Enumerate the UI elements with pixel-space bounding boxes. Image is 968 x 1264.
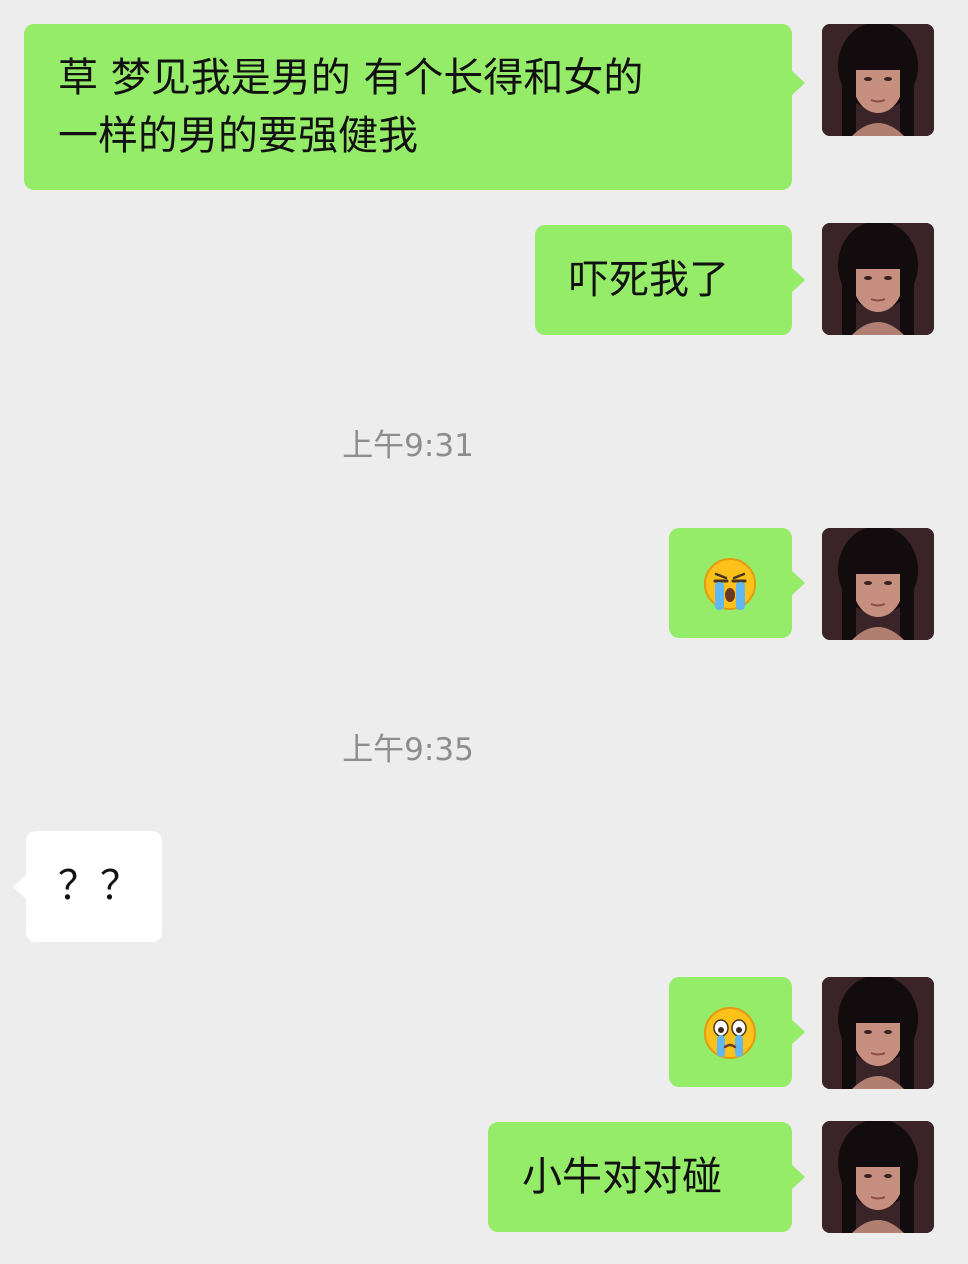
message-text: ？？ — [58, 863, 142, 909]
message-text-line: 一样的男的要强健我 — [58, 113, 418, 159]
timestamp: 上午9:35 — [342, 732, 474, 768]
message-text: 小牛对对碰 — [522, 1154, 722, 1200]
message-text-line: 草 梦见我是男的 有个长得和女的 — [58, 55, 644, 101]
timestamp: 上午9:31 — [342, 428, 474, 464]
message-bubble-sent[interactable]: 小牛对对碰 — [488, 1122, 805, 1232]
message-bubble-sent[interactable] — [669, 528, 805, 638]
avatar[interactable] — [822, 223, 934, 335]
crying-face-emoji — [704, 558, 756, 610]
avatar[interactable] — [822, 1121, 934, 1233]
avatar[interactable] — [822, 24, 934, 136]
avatar[interactable] — [822, 977, 934, 1089]
message-bubble-received[interactable]: ？？ — [13, 831, 162, 942]
message-bubble-sent[interactable] — [669, 977, 805, 1087]
teary-face-emoji — [704, 1007, 756, 1059]
message-bubble-sent[interactable]: 草 梦见我是男的 有个长得和女的 一样的男的要强健我 — [24, 24, 805, 190]
message-text: 吓死我了 — [569, 257, 729, 303]
message-bubble-sent[interactable]: 吓死我了 — [535, 225, 805, 335]
avatar[interactable] — [822, 528, 934, 640]
